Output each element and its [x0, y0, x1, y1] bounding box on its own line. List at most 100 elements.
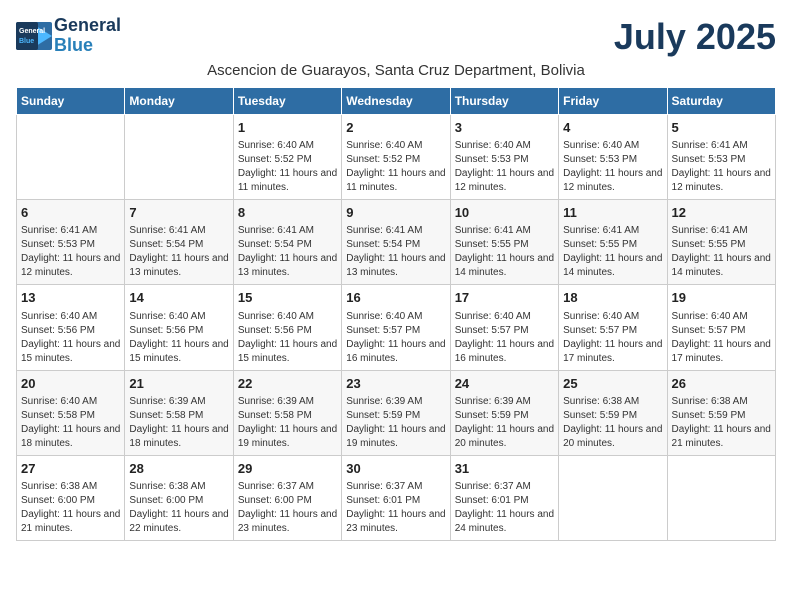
- day-number: 1: [238, 119, 337, 137]
- calendar-cell: 4 Sunrise: 6:40 AM Sunset: 5:53 PM Daylig…: [559, 115, 667, 200]
- day-number: 24: [455, 375, 554, 393]
- day-info: Sunrise: 6:38 AM Sunset: 5:59 PM Dayligh…: [563, 395, 662, 451]
- day-number: 28: [129, 460, 228, 478]
- calendar-cell: [559, 455, 667, 540]
- day-number: 25: [563, 375, 662, 393]
- calendar-cell: 10 Sunrise: 6:41 AM Sunset: 5:55 PM Dayli…: [450, 200, 558, 285]
- calendar-cell: 14Sunrise: 6:40 AM Sunset: 5:56 PM Dayli…: [125, 285, 233, 370]
- day-info: Sunrise: 6:40 AM Sunset: 5:57 PM Dayligh…: [455, 310, 554, 366]
- calendar-cell: 16 Sunrise: 6:40 AM Sunset: 5:57 PM Dayli…: [342, 285, 450, 370]
- calendar-cell: 13 Sunrise: 6:40 AM Sunset: 5:56 PM Dayli…: [17, 285, 125, 370]
- day-number: 16: [346, 289, 445, 307]
- day-info: Sunrise: 6:41 AM Sunset: 5:53 PM Dayligh…: [21, 224, 120, 280]
- day-number: 8: [238, 204, 337, 222]
- day-info: Sunrise: 6:39 AM Sunset: 5:58 PM Dayligh…: [129, 395, 228, 451]
- day-number: 15: [238, 289, 337, 307]
- day-number: 13: [21, 289, 120, 307]
- day-header-monday: Monday: [125, 88, 233, 115]
- day-number: 11: [563, 204, 662, 222]
- calendar-cell: 1 Sunrise: 6:40 AM Sunset: 5:52 PM Daylig…: [233, 115, 341, 200]
- calendar-cell: 30 Sunrise: 6:37 AM Sunset: 6:01 PM Dayli…: [342, 455, 450, 540]
- day-info: Sunrise: 6:40 AM Sunset: 5:58 PM Dayligh…: [21, 395, 120, 451]
- day-number: 23: [346, 375, 445, 393]
- day-info: Sunrise: 6:39 AM Sunset: 5:58 PM Dayligh…: [238, 395, 337, 451]
- day-info: Sunrise: 6:37 AM Sunset: 6:00 PM Dayligh…: [238, 480, 337, 536]
- day-number: 18: [563, 289, 662, 307]
- day-info: Sunrise: 6:41 AM Sunset: 5:55 PM Dayligh…: [672, 224, 771, 280]
- day-info: Sunrise: 6:40 AM Sunset: 5:53 PM Dayligh…: [455, 139, 554, 195]
- day-number: 31: [455, 460, 554, 478]
- day-number: 21: [129, 375, 228, 393]
- calendar-cell: 8 Sunrise: 6:41 AM Sunset: 5:54 PM Daylig…: [233, 200, 341, 285]
- calendar-table: SundayMondayTuesdayWednesdayThursdayFrid…: [16, 87, 776, 541]
- calendar-cell: [667, 455, 775, 540]
- day-number: 7: [129, 204, 228, 222]
- day-number: 26: [672, 375, 771, 393]
- day-info: Sunrise: 6:40 AM Sunset: 5:52 PM Dayligh…: [346, 139, 445, 195]
- day-info: Sunrise: 6:40 AM Sunset: 5:57 PM Dayligh…: [672, 310, 771, 366]
- day-header-sunday: Sunday: [17, 88, 125, 115]
- day-info: Sunrise: 6:41 AM Sunset: 5:55 PM Dayligh…: [455, 224, 554, 280]
- day-info: Sunrise: 6:39 AM Sunset: 5:59 PM Dayligh…: [455, 395, 554, 451]
- day-header-tuesday: Tuesday: [233, 88, 341, 115]
- calendar-cell: 5 Sunrise: 6:41 AM Sunset: 5:53 PM Daylig…: [667, 115, 775, 200]
- day-header-saturday: Saturday: [667, 88, 775, 115]
- day-number: 3: [455, 119, 554, 137]
- calendar-cell: 31Sunrise: 6:37 AM Sunset: 6:01 PM Dayli…: [450, 455, 558, 540]
- day-header-wednesday: Wednesday: [342, 88, 450, 115]
- day-info: Sunrise: 6:38 AM Sunset: 6:00 PM Dayligh…: [21, 480, 120, 536]
- month-title: July 2025: [614, 16, 776, 58]
- day-number: 5: [672, 119, 771, 137]
- day-number: 17: [455, 289, 554, 307]
- day-number: 4: [563, 119, 662, 137]
- calendar-cell: 17 Sunrise: 6:40 AM Sunset: 5:57 PM Dayli…: [450, 285, 558, 370]
- logo-icon: General Blue: [16, 22, 52, 50]
- day-number: 2: [346, 119, 445, 137]
- day-info: Sunrise: 6:40 AM Sunset: 5:57 PM Dayligh…: [346, 310, 445, 366]
- day-info: Sunrise: 6:41 AM Sunset: 5:54 PM Dayligh…: [129, 224, 228, 280]
- logo-text: GeneralBlue: [54, 16, 121, 56]
- calendar-cell: [125, 115, 233, 200]
- day-number: 14: [129, 289, 228, 307]
- calendar-cell: 3 Sunrise: 6:40 AM Sunset: 5:53 PM Daylig…: [450, 115, 558, 200]
- day-info: Sunrise: 6:38 AM Sunset: 5:59 PM Dayligh…: [672, 395, 771, 451]
- calendar-cell: 23 Sunrise: 6:39 AM Sunset: 5:59 PM Dayli…: [342, 370, 450, 455]
- calendar-cell: 7 Sunrise: 6:41 AM Sunset: 5:54 PM Daylig…: [125, 200, 233, 285]
- day-number: 10: [455, 204, 554, 222]
- day-header-thursday: Thursday: [450, 88, 558, 115]
- day-number: 12: [672, 204, 771, 222]
- calendar-cell: 22 Sunrise: 6:39 AM Sunset: 5:58 PM Dayli…: [233, 370, 341, 455]
- calendar-cell: 21 Sunrise: 6:39 AM Sunset: 5:58 PM Dayli…: [125, 370, 233, 455]
- calendar-cell: 15Sunrise: 6:40 AM Sunset: 5:56 PM Dayli…: [233, 285, 341, 370]
- day-info: Sunrise: 6:41 AM Sunset: 5:53 PM Dayligh…: [672, 139, 771, 195]
- day-info: Sunrise: 6:38 AM Sunset: 6:00 PM Dayligh…: [129, 480, 228, 536]
- day-number: 19: [672, 289, 771, 307]
- calendar-cell: 19 Sunrise: 6:40 AM Sunset: 5:57 PM Dayli…: [667, 285, 775, 370]
- day-number: 27: [21, 460, 120, 478]
- logo: General Blue GeneralBlue: [16, 16, 121, 56]
- day-number: 30: [346, 460, 445, 478]
- calendar-cell: [17, 115, 125, 200]
- day-number: 20: [21, 375, 120, 393]
- calendar-cell: 26 Sunrise: 6:38 AM Sunset: 5:59 PM Dayli…: [667, 370, 775, 455]
- day-info: Sunrise: 6:37 AM Sunset: 6:01 PM Dayligh…: [346, 480, 445, 536]
- calendar-cell: 27 Sunrise: 6:38 AM Sunset: 6:00 PM Dayli…: [17, 455, 125, 540]
- location-title: Ascencion de Guarayos, Santa Cruz Depart…: [16, 62, 776, 79]
- calendar-cell: 11 Sunrise: 6:41 AM Sunset: 5:55 PM Dayli…: [559, 200, 667, 285]
- day-number: 22: [238, 375, 337, 393]
- day-number: 6: [21, 204, 120, 222]
- day-info: Sunrise: 6:41 AM Sunset: 5:54 PM Dayligh…: [346, 224, 445, 280]
- day-info: Sunrise: 6:40 AM Sunset: 5:56 PM Dayligh…: [21, 310, 120, 366]
- day-info: Sunrise: 6:41 AM Sunset: 5:55 PM Dayligh…: [563, 224, 662, 280]
- day-info: Sunrise: 6:40 AM Sunset: 5:53 PM Dayligh…: [563, 139, 662, 195]
- calendar-cell: 12 Sunrise: 6:41 AM Sunset: 5:55 PM Dayli…: [667, 200, 775, 285]
- calendar-cell: 2 Sunrise: 6:40 AM Sunset: 5:52 PM Daylig…: [342, 115, 450, 200]
- day-info: Sunrise: 6:41 AM Sunset: 5:54 PM Dayligh…: [238, 224, 337, 280]
- day-number: 29: [238, 460, 337, 478]
- calendar-cell: 28 Sunrise: 6:38 AM Sunset: 6:00 PM Dayli…: [125, 455, 233, 540]
- calendar-cell: 9Sunrise: 6:41 AM Sunset: 5:54 PM Daylig…: [342, 200, 450, 285]
- page-header: General Blue GeneralBlue July 2025: [16, 16, 776, 58]
- day-info: Sunrise: 6:40 AM Sunset: 5:52 PM Dayligh…: [238, 139, 337, 195]
- day-info: Sunrise: 6:39 AM Sunset: 5:59 PM Dayligh…: [346, 395, 445, 451]
- calendar-cell: 18Sunrise: 6:40 AM Sunset: 5:57 PM Dayli…: [559, 285, 667, 370]
